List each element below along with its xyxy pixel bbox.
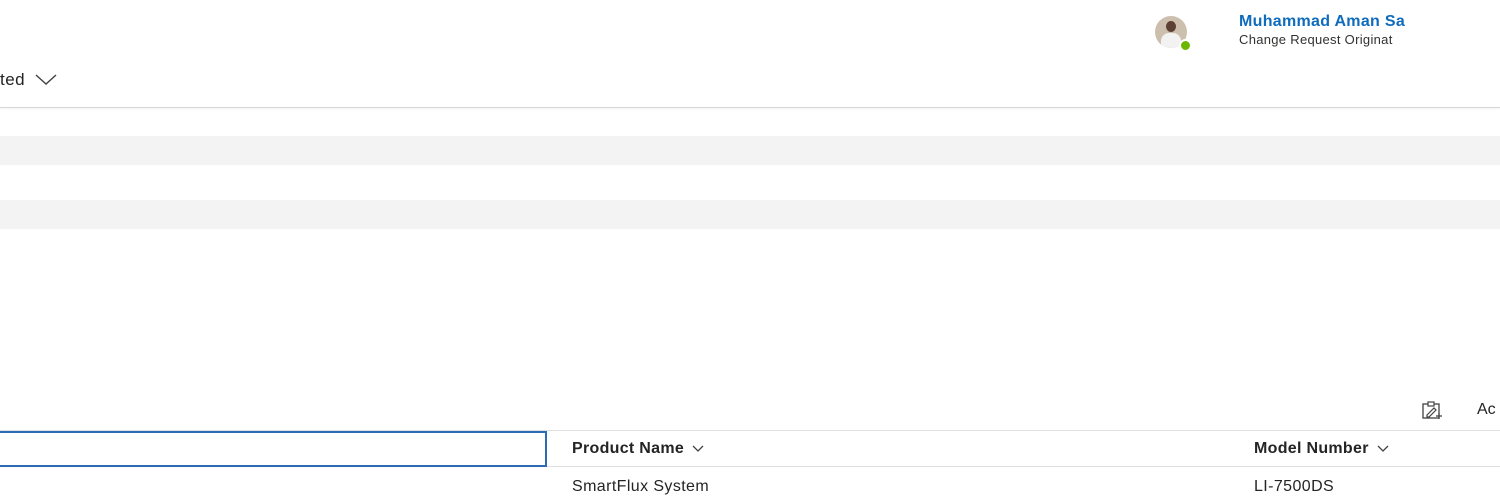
loading-placeholder — [0, 200, 1500, 229]
chevron-down-icon — [35, 74, 57, 85]
header-divider — [0, 107, 1500, 108]
loading-placeholder — [0, 136, 1500, 165]
user-name: Muhammad Aman Sa — [1239, 13, 1406, 30]
cell-product-name[interactable]: SmartFlux System — [572, 478, 709, 496]
edit-columns-icon[interactable] — [1421, 401, 1443, 421]
grid-focused-cell[interactable] — [0, 431, 547, 467]
presence-status-icon — [1179, 39, 1192, 52]
page: Muhammad Aman Sa Change Request Originat… — [0, 0, 1500, 500]
column-header-label: Model Number — [1254, 440, 1369, 457]
chevron-down-icon — [1377, 445, 1389, 452]
column-header-product-name[interactable]: Product Name — [572, 437, 704, 461]
user-role: Change Request Originat — [1239, 32, 1393, 47]
view-selector[interactable]: ted — [0, 68, 57, 92]
view-selector-label: ted — [0, 70, 26, 89]
command-action-button[interactable]: Ac — [1477, 401, 1496, 419]
column-header-model-number[interactable]: Model Number — [1254, 437, 1389, 461]
cell-model-number[interactable]: LI-7500DS — [1254, 478, 1334, 496]
chevron-down-icon — [692, 445, 704, 452]
column-header-label: Product Name — [572, 440, 685, 457]
